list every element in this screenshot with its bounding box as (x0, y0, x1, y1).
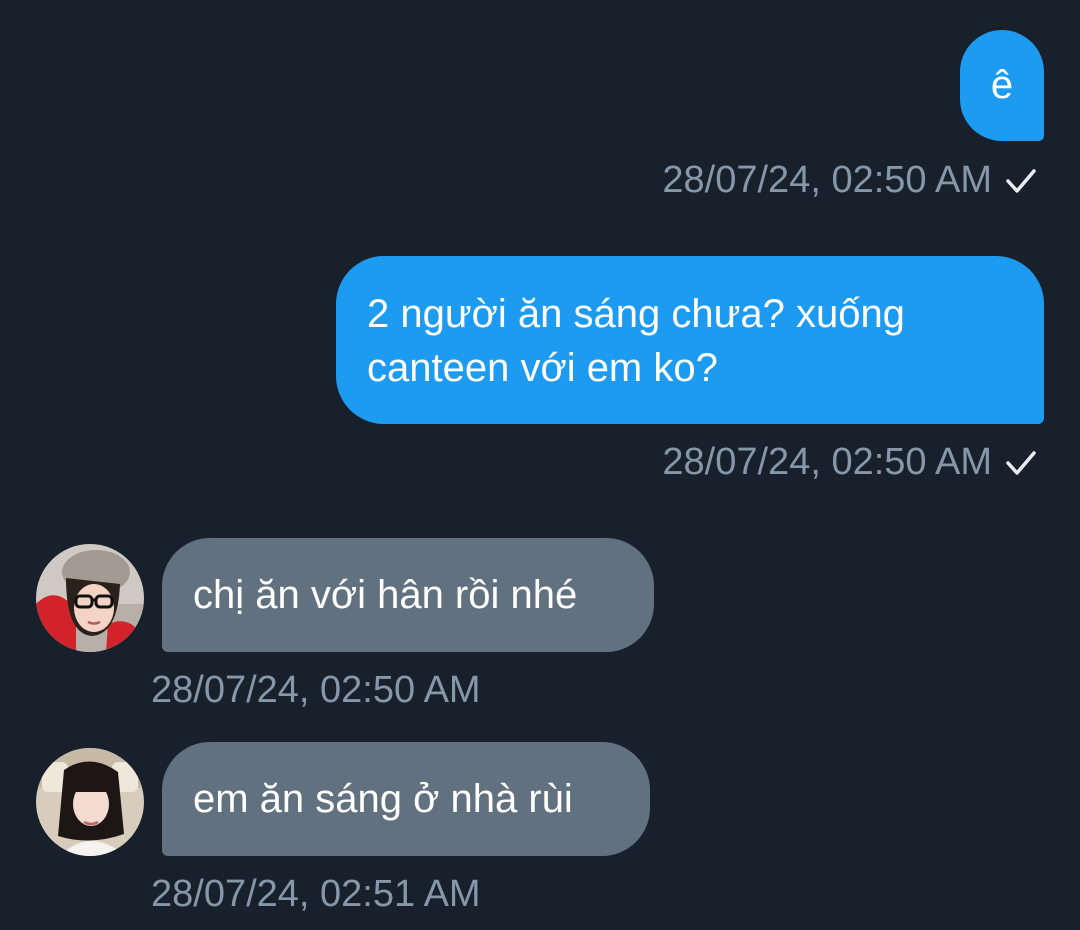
message-text: em ăn sáng ở nhà rùi (193, 777, 573, 821)
message-bubble[interactable]: chị ăn với hân rồi nhé (162, 538, 654, 652)
message-text-line: 2 người ăn sáng chưa? xuống (367, 292, 905, 336)
message-timestamp: 28/07/24, 02:50 AM (151, 668, 481, 712)
message-text-line: canteen với em ko? (367, 346, 718, 390)
timestamp-text: 28/07/24, 02:50 AM (662, 441, 992, 483)
message-text: chị ăn với hân rồi nhé (193, 573, 578, 617)
message-bubble[interactable]: em ăn sáng ở nhà rùi (162, 742, 650, 856)
message-bubble[interactable]: ê (960, 30, 1044, 141)
avatar-icon[interactable] (36, 748, 144, 856)
message-text: ê (990, 63, 1014, 107)
message-timestamp: 28/07/24, 02:51 AM (151, 872, 481, 916)
message-bubble[interactable]: 2 người ăn sáng chưa? xuống canteen với … (336, 256, 1044, 424)
timestamp-text: 28/07/24, 02:51 AM (151, 873, 481, 915)
message-timestamp: 28/07/24, 02:50 AM (662, 158, 1038, 202)
timestamp-text: 28/07/24, 02:50 AM (151, 669, 481, 711)
timestamp-text: 28/07/24, 02:50 AM (662, 159, 992, 201)
check-icon (1006, 451, 1036, 475)
message-timestamp: 28/07/24, 02:50 AM (662, 440, 1038, 484)
avatar-icon[interactable] (36, 544, 144, 652)
check-icon (1006, 169, 1036, 193)
